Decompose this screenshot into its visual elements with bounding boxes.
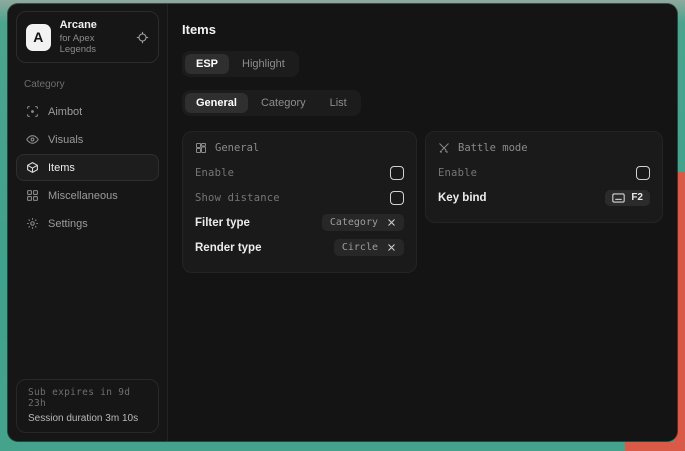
keyboard-icon (612, 193, 625, 203)
key-bind-value: F2 (631, 192, 643, 203)
sidebar-item-miscellaneous[interactable]: Miscellaneous (16, 182, 159, 209)
tab-esp[interactable]: ESP (185, 54, 229, 74)
setting-label: Render type (195, 242, 261, 254)
sidebar-item-items[interactable]: Items (16, 154, 159, 181)
primary-tabbar: ESP Highlight (182, 51, 299, 77)
gear-icon (26, 217, 39, 230)
render-type-select[interactable]: Circle (334, 239, 404, 256)
setting-label: Key bind (438, 192, 487, 204)
crosshair-scan-icon (26, 105, 39, 118)
sidebar-item-aimbot[interactable]: Aimbot (16, 98, 159, 125)
setting-label: Enable (195, 167, 234, 179)
box-icon (26, 161, 39, 174)
tab-list[interactable]: List (319, 93, 358, 113)
key-bind-button[interactable]: F2 (605, 190, 650, 206)
subscription-card: Sub expires in 9d 23h Session duration 3… (16, 379, 159, 433)
sidebar-item-settings[interactable]: Settings (16, 210, 159, 237)
enable-checkbox[interactable] (390, 166, 404, 180)
session-duration-text: Session duration 3m 10s (28, 413, 147, 424)
setting-row-enable: Enable (195, 160, 404, 185)
category-section-label: Category (24, 79, 151, 90)
render-type-value: Circle (342, 242, 378, 253)
setting-row-show-distance: Show distance (195, 185, 404, 210)
clear-icon[interactable] (387, 243, 396, 252)
app-logo: A (26, 24, 51, 51)
sidebar-item-label: Miscellaneous (48, 190, 118, 202)
setting-row-render-type: Render type Circle (195, 235, 404, 260)
sidebar-item-label: Items (48, 162, 75, 174)
setting-row-battle-enable: Enable (438, 160, 650, 185)
arcane-window: A Arcane for Apex Legends Category Aimbo… (8, 4, 677, 441)
battle-panel-title: Battle mode (458, 142, 528, 154)
sidebar-item-visuals[interactable]: Visuals (16, 126, 159, 153)
setting-label: Filter type (195, 217, 250, 229)
general-panel-title: General (215, 142, 259, 154)
sidebar-item-label: Aimbot (48, 106, 82, 118)
battle-panel-header: Battle mode (438, 142, 650, 154)
game-background-red-bottom (625, 442, 685, 451)
app-subtitle: for Apex Legends (60, 33, 127, 55)
clear-icon[interactable] (387, 218, 396, 227)
secondary-tabbar: General Category List (182, 90, 361, 116)
sub-expires-text: Sub expires in 9d 23h (28, 387, 147, 409)
battle-mode-panel: Battle mode Enable Key bind F2 (425, 131, 663, 223)
filter-type-select[interactable]: Category (322, 214, 404, 231)
app-title: Arcane (60, 19, 127, 31)
show-distance-checkbox[interactable] (390, 191, 404, 205)
dashboard-icon (195, 142, 207, 154)
sidebar-item-label: Visuals (48, 134, 83, 146)
setting-label: Show distance (195, 192, 280, 204)
setting-row-filter-type: Filter type Category (195, 210, 404, 235)
main-content: Items ESP Highlight General Category Lis… (168, 4, 677, 441)
brand-card: A Arcane for Apex Legends (16, 11, 159, 63)
setting-row-key-bind: Key bind F2 (438, 185, 650, 210)
crosshair-icon[interactable] (136, 31, 149, 44)
page-title: Items (182, 22, 663, 37)
panels-row: General Enable Show distance Filter type… (182, 131, 663, 273)
general-panel: General Enable Show distance Filter type… (182, 131, 417, 273)
eye-icon (26, 133, 39, 146)
sidebar-nav: Aimbot Visuals Items (8, 98, 167, 238)
crossed-swords-icon (438, 142, 450, 154)
filter-type-value: Category (330, 217, 378, 228)
grid-icon (26, 189, 39, 202)
sidebar-item-label: Settings (48, 218, 88, 230)
setting-label: Enable (438, 167, 477, 179)
sidebar: A Arcane for Apex Legends Category Aimbo… (8, 4, 168, 441)
tab-category[interactable]: Category (250, 93, 317, 113)
brand-text: Arcane for Apex Legends (60, 19, 127, 55)
battle-enable-checkbox[interactable] (636, 166, 650, 180)
general-panel-header: General (195, 142, 404, 154)
tab-general[interactable]: General (185, 93, 248, 113)
tab-highlight[interactable]: Highlight (231, 54, 296, 74)
